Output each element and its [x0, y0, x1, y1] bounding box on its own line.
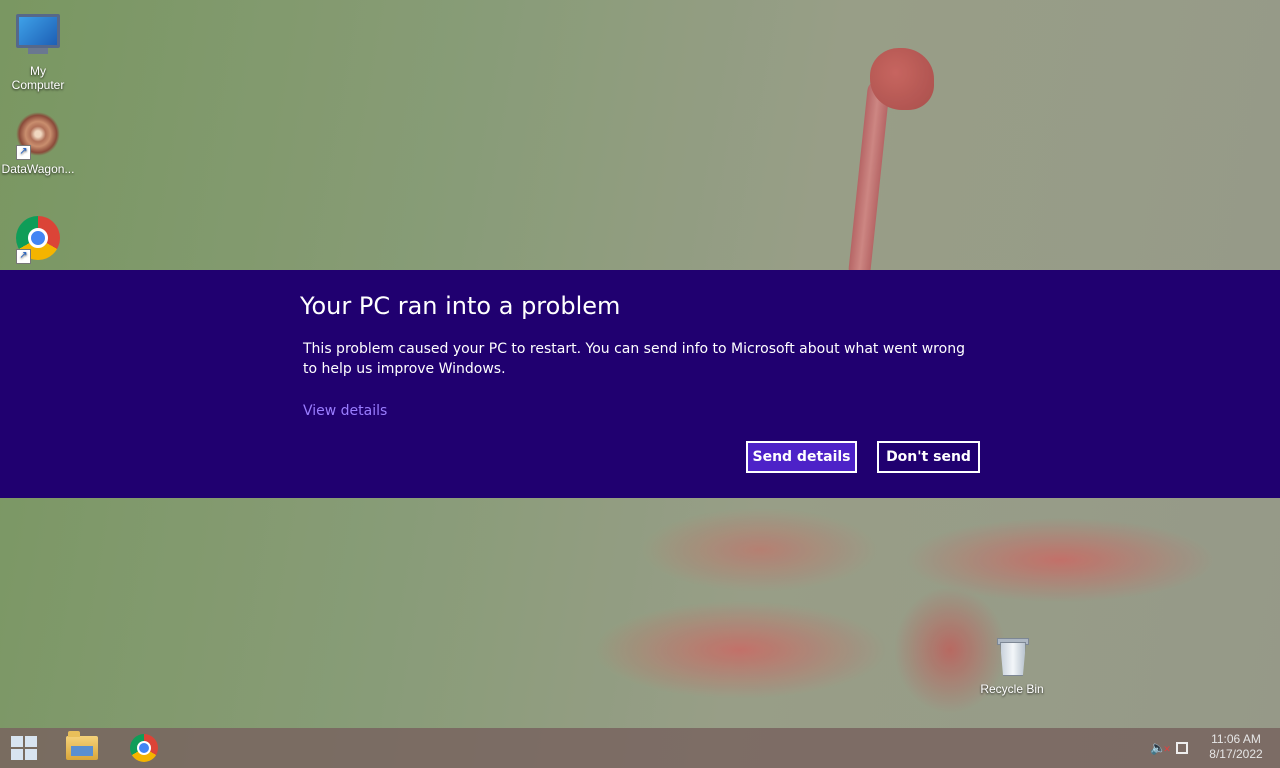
desktop-icon-label: Recycle Bin — [980, 682, 1044, 696]
start-button[interactable] — [0, 728, 48, 768]
windows-start-icon — [11, 736, 37, 760]
dialog-message: This problem caused your PC to restart. … — [303, 341, 965, 377]
desktop-icon-label: My Computer — [11, 64, 65, 92]
network-button[interactable] — [1176, 728, 1198, 768]
dialog-title: Your PC ran into a problem — [300, 292, 621, 320]
desktop-icon-label: DataWagon... — [1, 162, 75, 176]
clock-date: 8/17/2022 — [1209, 747, 1263, 761]
shortcut-arrow-icon: ↗ — [16, 145, 31, 160]
dont-send-button[interactable]: Don't send — [877, 441, 980, 473]
chrome-icon — [130, 734, 158, 762]
volume-button[interactable]: 🔈✕ — [1150, 728, 1172, 768]
recycle-bin-icon — [988, 636, 1036, 680]
chrome-icon: ↗ — [14, 216, 62, 264]
file-explorer-icon — [66, 731, 98, 760]
my-computer-icon — [14, 14, 62, 62]
taskbar-clock[interactable]: 11:06 AM 8/17/2022 — [1200, 732, 1272, 762]
desktop-icon-datawagon[interactable]: ↗ DataWagon... — [0, 110, 76, 176]
clock-time: 11:06 AM — [1211, 732, 1261, 746]
shortcut-arrow-icon: ↗ — [16, 249, 31, 264]
desktop-icon-recycle-bin[interactable]: Recycle Bin — [974, 630, 1050, 696]
datawagon-icon: ↗ — [14, 112, 62, 160]
error-banner — [0, 270, 1280, 498]
view-details-link[interactable]: View details — [303, 403, 387, 419]
send-details-button[interactable]: Send details — [746, 441, 857, 473]
volume-muted-icon: 🔈✕ — [1150, 740, 1171, 756]
desktop-icon-my-computer[interactable]: My Computer — [0, 8, 76, 92]
network-icon — [1176, 742, 1188, 754]
taskbar-file-explorer[interactable] — [56, 728, 108, 768]
desktop-icon-chrome[interactable]: ↗ — [0, 214, 76, 266]
taskbar: 🔈✕ — [0, 728, 1280, 768]
taskbar-chrome[interactable] — [118, 728, 170, 768]
